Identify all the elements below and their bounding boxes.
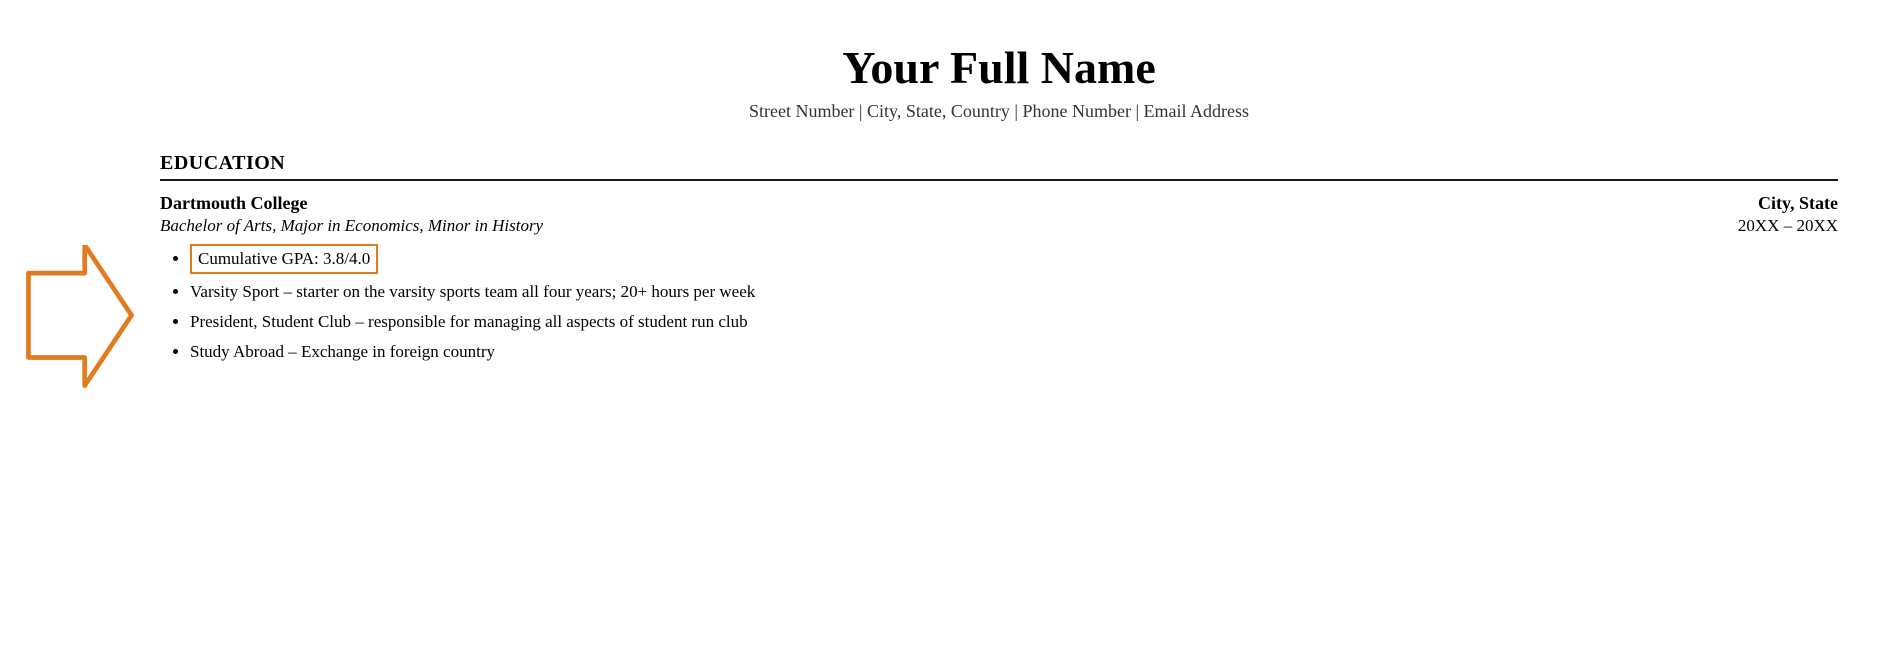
bullet-list: Cumulative GPA: 3.8/4.0 Varsity Sport – … <box>160 244 1838 363</box>
education-right: City, State <box>1638 193 1838 214</box>
date-range: 20XX – 20XX <box>1638 216 1838 236</box>
list-item-varsity: Varsity Sport – starter on the varsity s… <box>190 280 1838 304</box>
degree-line: Bachelor of Arts, Major in Economics, Mi… <box>160 216 1638 236</box>
study-abroad-text: Study Abroad – Exchange in foreign count… <box>190 342 495 361</box>
arrow-icon <box>25 245 135 395</box>
varsity-text: Varsity Sport – starter on the varsity s… <box>190 282 755 301</box>
college-location: City, State <box>1758 193 1838 213</box>
gpa-highlight: Cumulative GPA: 3.8/4.0 <box>190 244 378 274</box>
education-left: Dartmouth College <box>160 193 1638 214</box>
contact-info: Street Number | City, State, Country | P… <box>160 101 1838 122</box>
list-item-president: President, Student Club – responsible fo… <box>190 310 1838 334</box>
education-title: EDUCATION <box>160 152 1838 175</box>
section-divider <box>160 179 1838 181</box>
resume-content: Your Full Name Street Number | City, Sta… <box>160 20 1838 369</box>
education-section: EDUCATION Dartmouth College City, State … <box>160 152 1838 363</box>
arrow-container <box>20 240 140 400</box>
list-item-gpa: Cumulative GPA: 3.8/4.0 <box>190 244 1838 274</box>
president-text: President, Student Club – responsible fo… <box>190 312 748 331</box>
college-name: Dartmouth College <box>160 193 307 213</box>
full-name: Your Full Name <box>160 40 1838 95</box>
degree-left: Bachelor of Arts, Major in Economics, Mi… <box>160 214 1638 236</box>
list-item-study-abroad: Study Abroad – Exchange in foreign count… <box>190 340 1838 364</box>
degree-row: Bachelor of Arts, Major in Economics, Mi… <box>160 214 1838 236</box>
education-row: Dartmouth College City, State <box>160 193 1838 214</box>
date-right: 20XX – 20XX <box>1638 214 1838 236</box>
page-wrapper: Your Full Name Street Number | City, Sta… <box>0 0 1898 645</box>
resume-header: Your Full Name Street Number | City, Sta… <box>160 40 1838 122</box>
